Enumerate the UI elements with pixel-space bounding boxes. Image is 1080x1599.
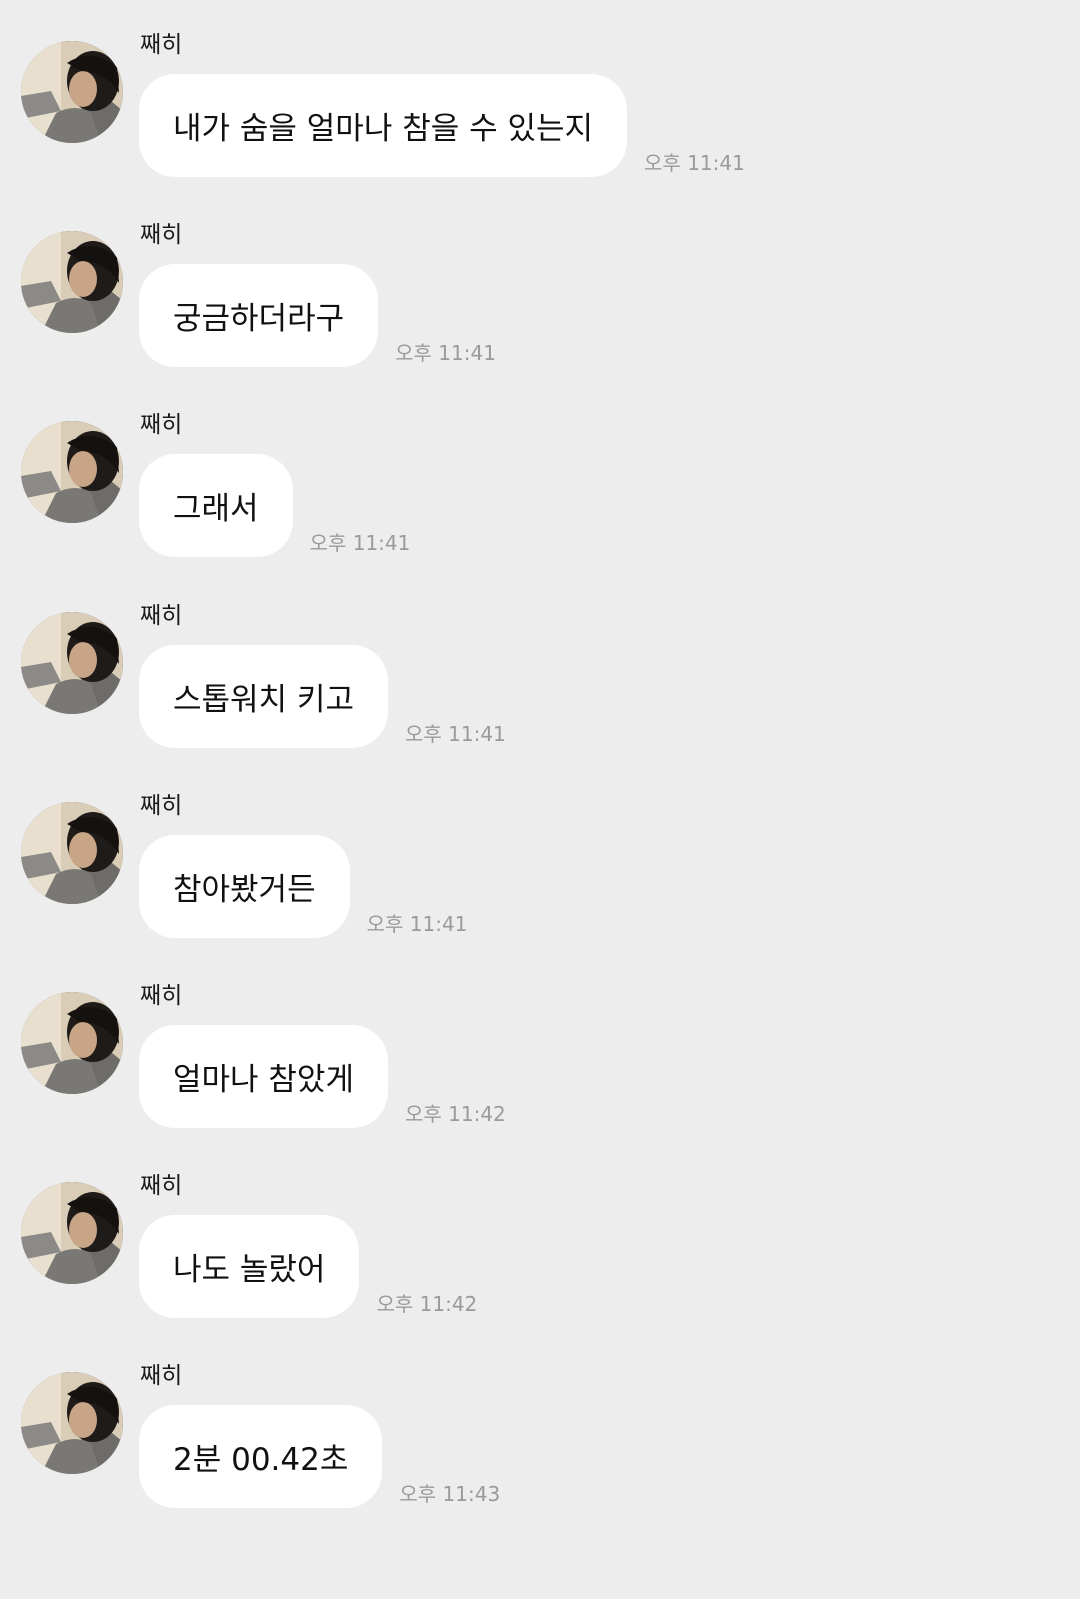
message-timestamp: 오후 11:42	[376, 1292, 478, 1317]
message-row: 째히 나도 놀랐어 오후 11:42	[0, 1141, 1080, 1331]
message-content: 스톱워치 키고 오후 11:41	[139, 644, 506, 748]
message-bubble[interactable]: 나도 놀랐어	[139, 1215, 360, 1319]
sender-avatar[interactable]	[21, 421, 123, 524]
message-timestamp: 오후 11:41	[309, 531, 411, 556]
sender-avatar[interactable]	[21, 41, 123, 143]
sender-name: 째히	[140, 983, 183, 1009]
message-content: 내가 숨을 얼마나 참을 수 있는지 오후 11:41	[139, 74, 745, 177]
message-timestamp: 오후 11:41	[366, 911, 468, 936]
message-timestamp: 오후 11:41	[404, 721, 506, 746]
sender-name: 째히	[140, 32, 183, 58]
sender-avatar[interactable]	[21, 1182, 123, 1285]
message-row: 째히 내가 숨을 얼마나 참을 수 있는지 오후 11:41	[0, 0, 1080, 190]
sender-name: 째히	[140, 222, 183, 249]
message-row: 째히 참아봤거든 오후 11:41	[0, 761, 1080, 951]
sender-name: 째히	[140, 792, 183, 819]
chat-message-list: 째히 내가 숨을 얼마나 참을 수 있는지 오후 11:41 째히 궁금하더라구…	[0, 0, 1080, 1599]
message-bubble[interactable]: 참아봤거든	[139, 834, 350, 938]
sender-avatar[interactable]	[21, 992, 123, 1094]
sender-name: 째히	[140, 602, 183, 629]
message-bubble[interactable]: 얼마나 참았게	[139, 1025, 388, 1128]
sender-avatar[interactable]	[21, 1372, 123, 1475]
sender-avatar[interactable]	[21, 801, 123, 904]
message-row: 째히 스톱워치 키고 오후 11:41	[0, 571, 1080, 761]
message-timestamp: 오후 11:42	[404, 1102, 506, 1126]
message-content: 2분 00.42초 오후 11:43	[139, 1405, 501, 1509]
sender-name: 째히	[140, 1173, 183, 1200]
message-content: 궁금하더라구 오후 11:41	[139, 264, 496, 368]
message-bubble[interactable]: 2분 00.42초	[139, 1405, 383, 1509]
sender-avatar[interactable]	[21, 231, 123, 334]
message-timestamp: 오후 11:41	[644, 151, 745, 175]
sender-avatar[interactable]	[21, 611, 123, 714]
sender-name: 째히	[140, 1363, 183, 1390]
message-content: 얼마나 참았게 오후 11:42	[139, 1025, 506, 1128]
message-bubble[interactable]: 궁금하더라구	[139, 264, 379, 368]
message-bubble[interactable]: 내가 숨을 얼마나 참을 수 있는지	[139, 74, 628, 177]
sender-name: 째히	[140, 412, 183, 439]
message-bubble[interactable]: 그래서	[139, 454, 293, 558]
message-content: 나도 놀랐어 오후 11:42	[139, 1215, 478, 1319]
message-bubble[interactable]: 스톱워치 키고	[139, 644, 388, 748]
message-timestamp: 오후 11:41	[395, 341, 496, 366]
message-content: 그래서 오후 11:41	[139, 454, 411, 558]
message-row: 째히 2분 00.42초 오후 11:43	[0, 1331, 1080, 1521]
message-row: 째히 그래서 오후 11:41	[0, 380, 1080, 570]
message-row: 째히 얼마나 참았게 오후 11:42	[0, 951, 1080, 1141]
message-row: 째히 궁금하더라구 오후 11:41	[0, 190, 1080, 380]
message-content: 참아봤거든 오후 11:41	[139, 834, 468, 938]
message-timestamp: 오후 11:43	[399, 1482, 501, 1507]
